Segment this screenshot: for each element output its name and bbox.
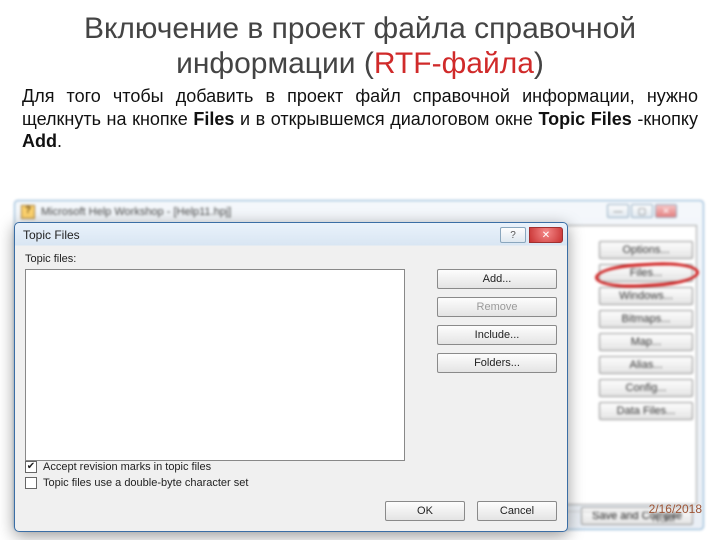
close-button[interactable]: ✕ [655,204,677,218]
dialog-titlebar: Topic Files ? ✕ [15,223,567,247]
config-button[interactable]: Config... [599,379,693,397]
alias-button[interactable]: Alias... [599,356,693,374]
dialog-title: Topic Files [23,228,80,242]
body-paragraph: Для того чтобы добавить в проект файл сп… [0,85,720,163]
cancel-button[interactable]: Cancel [477,501,557,521]
slide-title: Включение в проект файла справочной инфо… [0,0,720,85]
title-tail: ) [534,47,544,80]
options-button[interactable]: Options... [599,241,693,259]
topic-files-label: Topic files: [25,253,557,265]
bitmaps-button[interactable]: Bitmaps... [599,310,693,328]
window-titlebar: Microsoft Help Workshop - [Help11.hpj] [15,201,703,223]
datafiles-button[interactable]: Data Files... [599,402,693,420]
checkbox-icon [25,477,37,489]
window-title: Microsoft Help Workshop - [Help11.hpj] [41,206,231,218]
maximize-button[interactable]: ▢ [631,204,653,218]
accept-revision-checkbox[interactable]: ✔ Accept revision marks in topic files [25,461,248,473]
topic-files-listbox[interactable] [25,269,405,461]
dialog-side-buttons: Add... Remove Include... Folders... [437,269,557,373]
checkbox-group: ✔ Accept revision marks in topic files T… [25,461,248,489]
title-accent: RTF-файла [374,47,534,80]
dialog-close-button[interactable]: ✕ [529,227,563,243]
slide-date: 2/16/2018 [649,502,702,516]
dialog-help-button[interactable]: ? [500,227,526,243]
minimize-button[interactable]: — [607,204,629,218]
topic-files-dialog: Topic Files ? ✕ Topic files: Add... Remo… [14,222,568,532]
remove-button: Remove [437,297,557,317]
dialog-ok-row: OK Cancel [385,501,557,521]
check1-label: Accept revision marks in topic files [43,461,211,473]
check2-label: Topic files use a double-byte character … [43,477,248,489]
windows-button[interactable]: Windows... [599,287,693,305]
app-icon [21,205,35,219]
folders-button[interactable]: Folders... [437,353,557,373]
double-byte-checkbox[interactable]: Topic files use a double-byte character … [25,477,248,489]
map-button[interactable]: Map... [599,333,693,351]
window-caption-buttons: — ▢ ✕ [607,204,677,218]
title-plain: Включение в проект файла справочной инфо… [84,12,636,80]
include-button[interactable]: Include... [437,325,557,345]
ok-button[interactable]: OK [385,501,465,521]
add-button[interactable]: Add... [437,269,557,289]
checkbox-icon: ✔ [25,461,37,473]
